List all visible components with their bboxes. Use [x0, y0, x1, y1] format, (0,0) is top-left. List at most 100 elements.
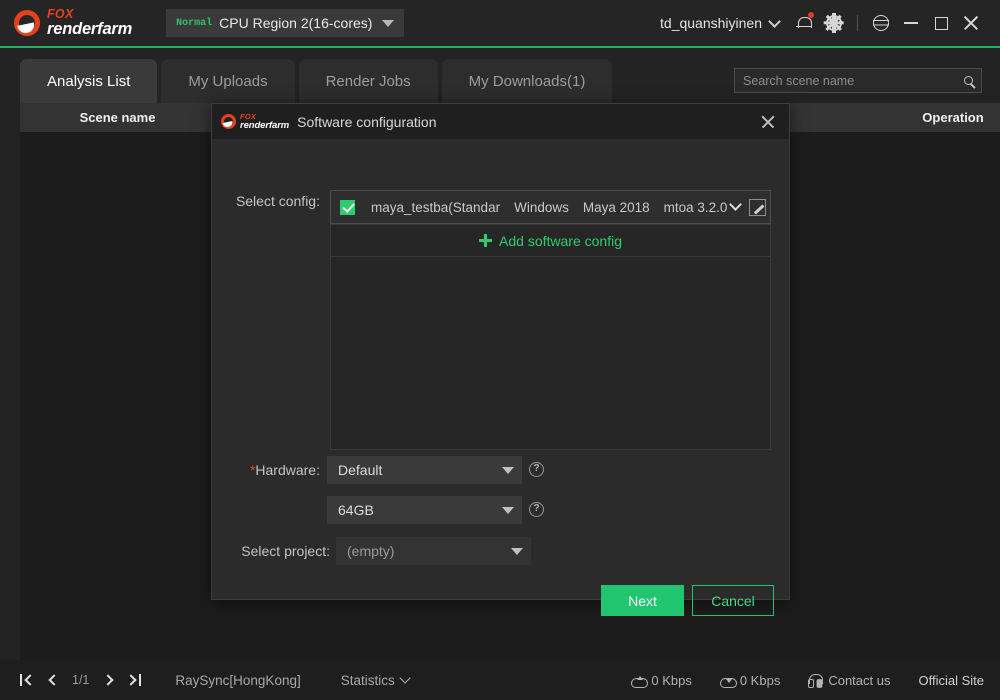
close-window-button[interactable] — [956, 8, 986, 38]
headset-icon — [808, 673, 824, 688]
language-button[interactable] — [866, 8, 896, 38]
title-bar: FOX renderfarm Normal CPU Region 2(16-co… — [0, 0, 1000, 46]
chevron-down-icon — [382, 19, 395, 27]
prev-page-icon — [47, 674, 60, 686]
cloud-download-icon — [719, 675, 737, 688]
download-rate-value: 0 Kbps — [739, 672, 781, 688]
download-rate: 0 Kbps — [719, 672, 781, 688]
config-checkbox[interactable] — [340, 199, 355, 215]
search-button[interactable] — [955, 76, 981, 85]
status-bar-right: 0 Kbps 0 Kbps Contact us Official Site — [603, 673, 1000, 688]
search-icon — [963, 76, 973, 85]
statistics-menu[interactable]: Statistics — [341, 672, 411, 688]
tab-list: Analysis List My Uploads Render Jobs My … — [20, 59, 616, 103]
last-page-arrow — [125, 674, 138, 686]
memory-select[interactable]: 64GB — [327, 496, 522, 524]
tab-my-downloads[interactable]: My Downloads(1) — [441, 59, 613, 103]
tab-my-uploads[interactable]: My Uploads — [161, 59, 295, 103]
dialog-body: Select config: maya_testba(Standar Windo… — [212, 139, 789, 616]
project-value: (empty) — [347, 543, 395, 559]
chevron-down-icon[interactable] — [768, 14, 781, 28]
column-header-operation: Operation — [922, 110, 984, 125]
hardware-help-icon[interactable]: ? — [529, 462, 544, 477]
next-page-icon — [102, 674, 114, 686]
memory-value: 64GB — [338, 502, 374, 518]
column-header-scene-name: Scene name — [79, 110, 156, 125]
dialog-title-bar: FOX renderfarm Software configuration — [212, 104, 789, 139]
upload-rate-value: 0 Kbps — [651, 672, 692, 688]
app-logo-text: FOX renderfarm — [47, 8, 132, 38]
tab-analysis-list[interactable]: Analysis List — [20, 59, 158, 103]
chevron-down-icon[interactable] — [729, 198, 743, 211]
globe-icon — [873, 15, 889, 31]
first-page-button[interactable] — [16, 668, 39, 692]
chevron-down-icon — [399, 672, 411, 684]
gear-teeth — [823, 12, 845, 34]
region-label: CPU Region 2(16-cores) — [219, 15, 373, 31]
logo-renderfarm-text: renderfarm — [240, 119, 290, 131]
config-name: maya_testba(Standar — [371, 199, 501, 215]
tab-render-jobs[interactable]: Render Jobs — [298, 59, 438, 103]
contact-us-link[interactable]: Contact us — [808, 673, 890, 688]
status-bar: 1/1 RaySync[HongKong] Statistics 0 Kbps … — [0, 660, 1000, 700]
first-page-icon — [20, 674, 22, 686]
notifications-button[interactable] — [789, 8, 819, 38]
contact-us-label: Contact us — [828, 672, 891, 688]
hardware-label: *Hardware: — [232, 462, 320, 478]
chevron-down-icon — [502, 466, 514, 474]
config-list-panel: maya_testba(Standar Windows Maya 2018 mt… — [330, 190, 771, 450]
last-page-button[interactable] — [122, 668, 145, 692]
edit-pencil-icon[interactable] — [749, 198, 767, 216]
dialog-close-button[interactable] — [757, 111, 779, 133]
first-page-arrow — [24, 674, 36, 686]
config-software: Maya 2018 — [582, 199, 650, 215]
config-row-maya-testba[interactable]: maya_testba(Standar Windows Maya 2018 mt… — [330, 190, 771, 224]
cpu-region-selector[interactable]: Normal CPU Region 2(16-cores) — [166, 9, 405, 37]
hardware-label-text: Hardware: — [255, 462, 320, 478]
add-software-config-button[interactable]: Add software config — [330, 224, 771, 257]
title-bar-right: td_quanshiyinen — [660, 8, 1000, 38]
memory-help-icon[interactable]: ? — [529, 502, 544, 517]
notification-dot — [808, 12, 814, 18]
username-label: td_quanshiyinen — [660, 15, 762, 31]
official-site-label: Official Site — [918, 672, 984, 688]
config-plugin: mtoa 3.2.0 — [663, 199, 728, 215]
software-configuration-dialog: FOX renderfarm Software configuration Se… — [211, 103, 790, 616]
left-rail — [0, 103, 20, 660]
toolbar-divider — [857, 15, 858, 31]
page-indicator: 1/1 — [72, 673, 90, 687]
last-page-icon — [139, 674, 142, 686]
plus-icon — [479, 234, 493, 247]
select-project-label: Select project: — [241, 543, 330, 559]
official-site-link[interactable]: Official Site — [918, 673, 984, 688]
fox-logo-icon — [221, 114, 236, 129]
app-logo: FOX renderfarm — [14, 8, 132, 38]
config-os: Windows — [514, 199, 569, 215]
settings-button[interactable] — [819, 8, 849, 38]
dialog-logo: FOX renderfarm — [221, 113, 289, 130]
hardware-select[interactable]: Default — [327, 456, 522, 484]
search-box — [734, 68, 982, 93]
cancel-button[interactable]: Cancel — [692, 585, 774, 616]
raysync-link[interactable]: RaySync[HongKong] — [175, 673, 300, 688]
maximize-button[interactable] — [926, 8, 956, 38]
app-window: FOX renderfarm Normal CPU Region 2(16-co… — [0, 0, 1000, 700]
search-input[interactable] — [735, 73, 955, 88]
tab-bar: Analysis List My Uploads Render Jobs My … — [0, 48, 1000, 103]
chevron-down-icon — [511, 547, 523, 555]
gear-icon — [823, 12, 845, 34]
minimize-icon — [904, 22, 918, 24]
maximize-icon — [934, 16, 948, 30]
next-page-button[interactable] — [96, 668, 119, 692]
region-normal-badge: Normal — [176, 17, 213, 29]
pagination: 1/1 — [16, 668, 145, 692]
project-select[interactable]: (empty) — [336, 537, 531, 565]
close-icon — [963, 15, 979, 31]
next-button[interactable]: Next — [601, 585, 684, 616]
prev-page-button[interactable] — [42, 668, 65, 692]
upload-rate: 0 Kbps — [631, 672, 692, 688]
config-fields: maya_testba(Standar Windows Maya 2018 mt… — [371, 200, 727, 215]
fox-logo-icon — [14, 9, 40, 36]
add-software-config-label: Add software config — [499, 232, 622, 249]
minimize-button[interactable] — [896, 8, 926, 38]
